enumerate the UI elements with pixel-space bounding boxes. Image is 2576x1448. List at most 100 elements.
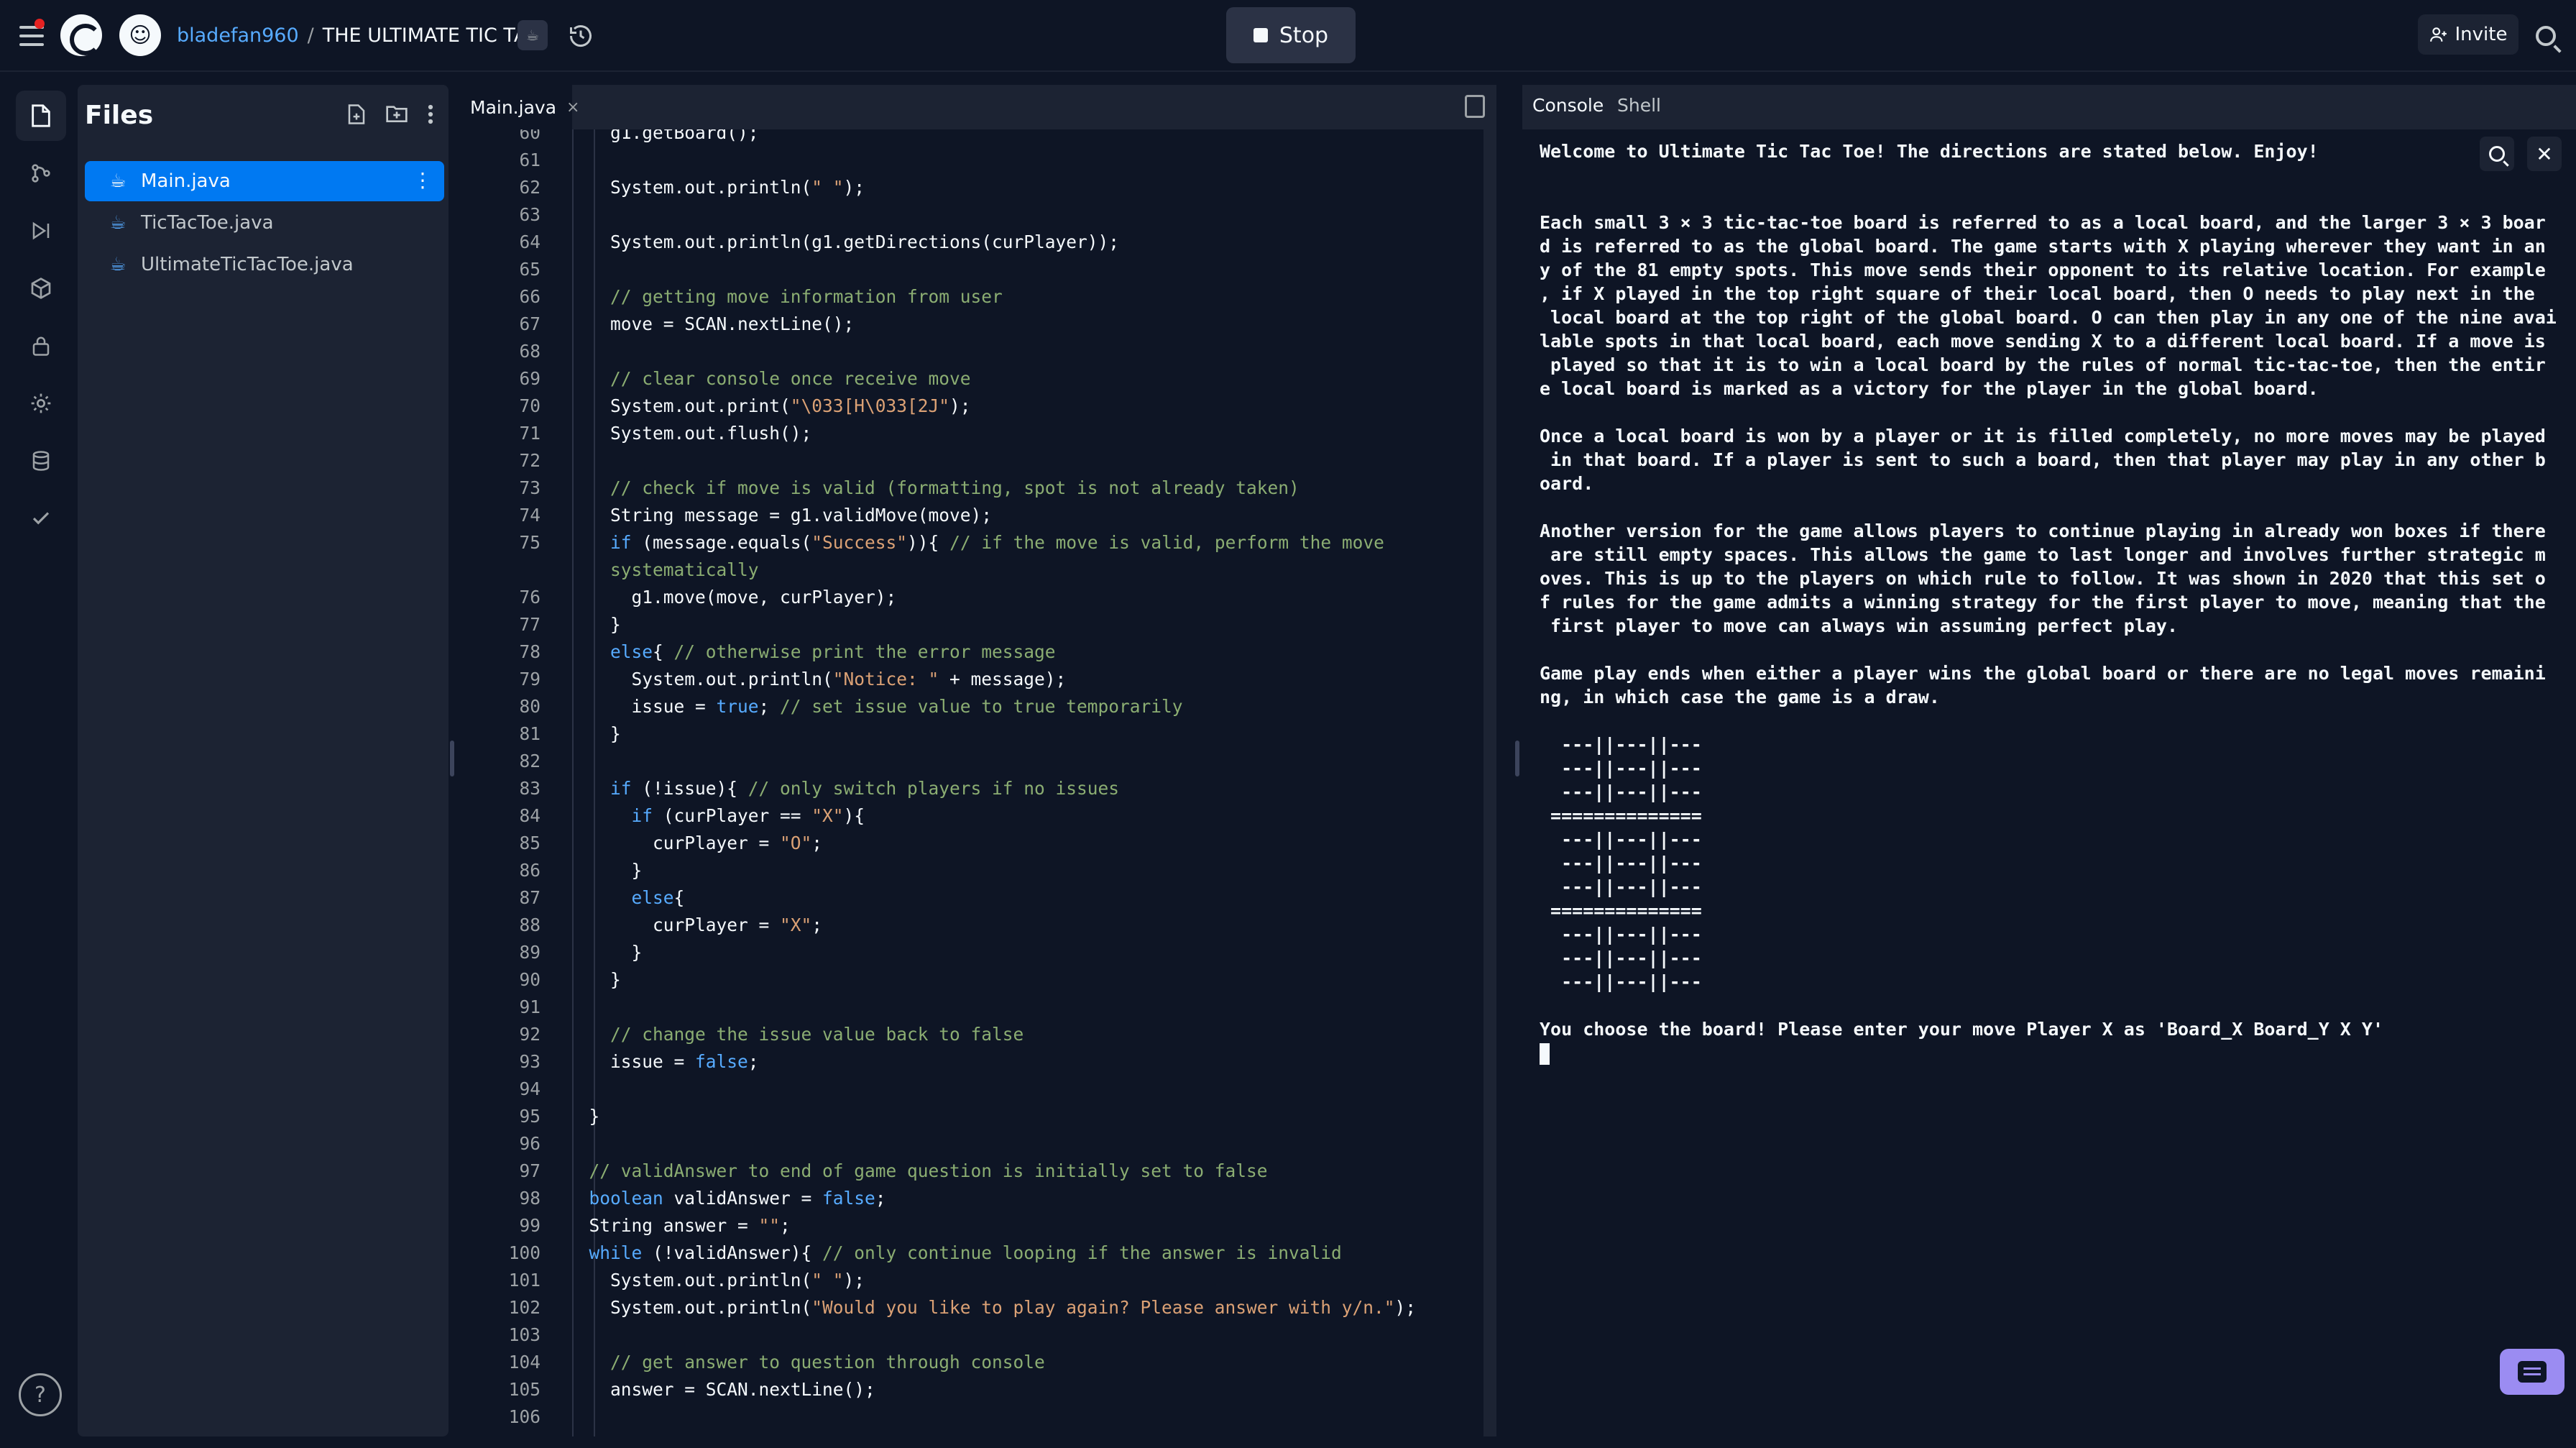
code-token: } [631,942,643,963]
code-area[interactable]: 60 g1.getBoard(); 61 62 System.out.println("… [460,129,1496,1436]
packages-icon[interactable] [16,263,66,313]
code-line[interactable]: 90} [460,966,1496,994]
code-token: if [610,532,632,553]
file-item-main-java[interactable]: ☕ Main.java ⋮ [85,161,444,201]
code-line[interactable]: 88 curPlayer = "X"; [460,912,1496,939]
language-icon[interactable]: ☕ [518,20,548,50]
code-line[interactable]: 94 [460,1076,1496,1103]
code-line[interactable]: 85 curPlayer = "O"; [460,830,1496,857]
code-line[interactable]: 67 move = SCAN.nextLine(); [460,311,1496,338]
code-line[interactable]: 84 if (curPlayer == "X"){ [460,802,1496,830]
stop-button[interactable]: Stop [1226,7,1356,63]
code-line[interactable]: 63 [460,201,1496,229]
code-token: ); [949,395,971,416]
console-line: y of the 81 empty spots. This move sends… [1540,260,2546,280]
code-line[interactable]: 80 issue = true; // set issue value to tr… [460,693,1496,720]
chat-button[interactable] [2500,1349,2564,1395]
code-line[interactable]: 72 [460,447,1496,475]
code-line[interactable]: 82 [460,748,1496,775]
invite-button[interactable]: Invite [2418,14,2518,55]
code-line[interactable]: 62 System.out.println(" "); [460,174,1496,201]
console-resize-handle[interactable] [1515,741,1519,776]
code-line[interactable]: 102 System.out.println("Would you like to… [460,1294,1496,1321]
new-folder-icon[interactable] [385,104,408,124]
code-line[interactable]: 70 System.out.print("\033[H\033[2J"); [460,393,1496,420]
new-file-icon[interactable] [346,104,367,125]
console-tab-bar: Console Shell [1522,85,2576,129]
code-token: true [716,696,759,717]
code-line[interactable]: 76 g1.move(move, curPlayer); [460,584,1496,611]
console-output[interactable]: Welcome to Ultimate Tic Tac Toe! The dir… [1540,139,2560,1065]
code-token: // clear console once receive move [610,368,971,389]
code-line[interactable]: 96 [460,1130,1496,1158]
code-text: System.out.println(" "); [610,174,865,201]
code-line[interactable]: 99 String answer = ""; [460,1212,1496,1239]
avatar[interactable]: ☺ [119,14,161,56]
file-item-ultimatetictactoe-java[interactable]: ☕ UltimateTicTacToe.java [85,244,444,285]
more-options-icon[interactable] [427,104,434,125]
git-icon[interactable] [16,148,66,198]
files-resize-handle[interactable] [450,741,454,776]
code-line[interactable]: 105 answer = SCAN.nextLine(); [460,1376,1496,1403]
code-token: "Success" [811,532,908,553]
code-line[interactable]: 95} [460,1103,1496,1130]
console-input-line[interactable] [1540,1041,2560,1065]
code-line[interactable]: 107 if (answer.equals("y")){ [460,1431,1496,1436]
code-token: "\033[H\033[2J" [790,395,950,416]
code-line[interactable]: 65 [460,256,1496,283]
breadcrumb-username[interactable]: bladefan960 [177,24,299,47]
history-icon[interactable] [565,20,597,52]
debugger-icon[interactable] [16,206,66,256]
code-line[interactable]: 77} [460,611,1496,638]
tab-shell[interactable]: Shell [1617,95,1661,116]
code-line[interactable]: 60 g1.getBoard(); [460,129,1496,147]
code-line[interactable]: 93 issue = false; [460,1048,1496,1076]
code-line[interactable]: 78 else{ // otherwise print the error mes… [460,638,1496,666]
code-line[interactable]: 69 // clear console once receive move [460,365,1496,393]
code-line[interactable]: 100 while (!validAnswer){ // only continu… [460,1239,1496,1267]
code-line[interactable]: 66 // getting move information from user [460,283,1496,311]
file-item-tictactoe-java[interactable]: ☕ TicTacToe.java [85,203,444,243]
code-line[interactable]: 103 [460,1321,1496,1349]
code-line[interactable]: 64 System.out.println(g1.getDirections(cu… [460,229,1496,256]
breadcrumb-repl-name[interactable]: THE ULTIMATE TIC TA... [323,24,546,47]
replit-logo-icon[interactable] [60,14,102,56]
file-more-icon[interactable]: ⋮ [413,168,433,192]
code-line[interactable]: 61 [460,147,1496,174]
settings-icon[interactable] [16,378,66,429]
code-line[interactable]: systematically [460,556,1496,584]
code-token: g1.move(move, curPlayer); [631,587,897,608]
code-line[interactable]: 81} [460,720,1496,748]
tab-main-java[interactable]: Main.java × [460,85,579,129]
code-line[interactable]: 98 boolean validAnswer = false; [460,1185,1496,1212]
code-line[interactable]: 91 [460,994,1496,1021]
code-line[interactable]: 83 if (!issue){ // only switch players if… [460,775,1496,802]
files-icon[interactable] [16,91,66,141]
code-line[interactable]: 86} [460,857,1496,884]
checks-icon[interactable] [16,493,66,544]
code-line[interactable]: 75 if (message.equals("Success")){ // if … [460,529,1496,556]
code-text: boolean validAnswer = false; [589,1185,886,1212]
close-icon[interactable]: × [566,98,579,116]
code-line[interactable]: 89} [460,939,1496,966]
code-text: } [589,1103,600,1130]
tab-console[interactable]: Console [1532,95,1604,116]
code-line[interactable]: 92 // change the issue value back to fals… [460,1021,1496,1048]
help-button[interactable]: ? [19,1373,62,1416]
code-line[interactable]: 71 System.out.flush(); [460,420,1496,447]
code-line[interactable]: 73 // check if move is valid (formatting,… [460,475,1496,502]
secrets-icon[interactable] [16,321,66,371]
code-line[interactable]: 104 // get answer to question through con… [460,1349,1496,1376]
code-line[interactable]: 79 System.out.println("Notice: " + messag… [460,666,1496,693]
code-line[interactable]: 68 [460,338,1496,365]
code-line[interactable]: 74 String message = g1.validMove(move); [460,502,1496,529]
search-icon[interactable] [2530,20,2562,52]
code-line[interactable]: 101 System.out.println(" "); [460,1267,1496,1294]
code-line[interactable]: 87 else{ [460,884,1496,912]
code-line[interactable]: 97 // validAnswer to end of game question… [460,1158,1496,1185]
split-view-icon[interactable] [1465,95,1485,118]
code-line[interactable]: 106 [460,1403,1496,1431]
editor-scrollbar[interactable] [1484,129,1496,1436]
database-icon[interactable] [16,436,66,486]
